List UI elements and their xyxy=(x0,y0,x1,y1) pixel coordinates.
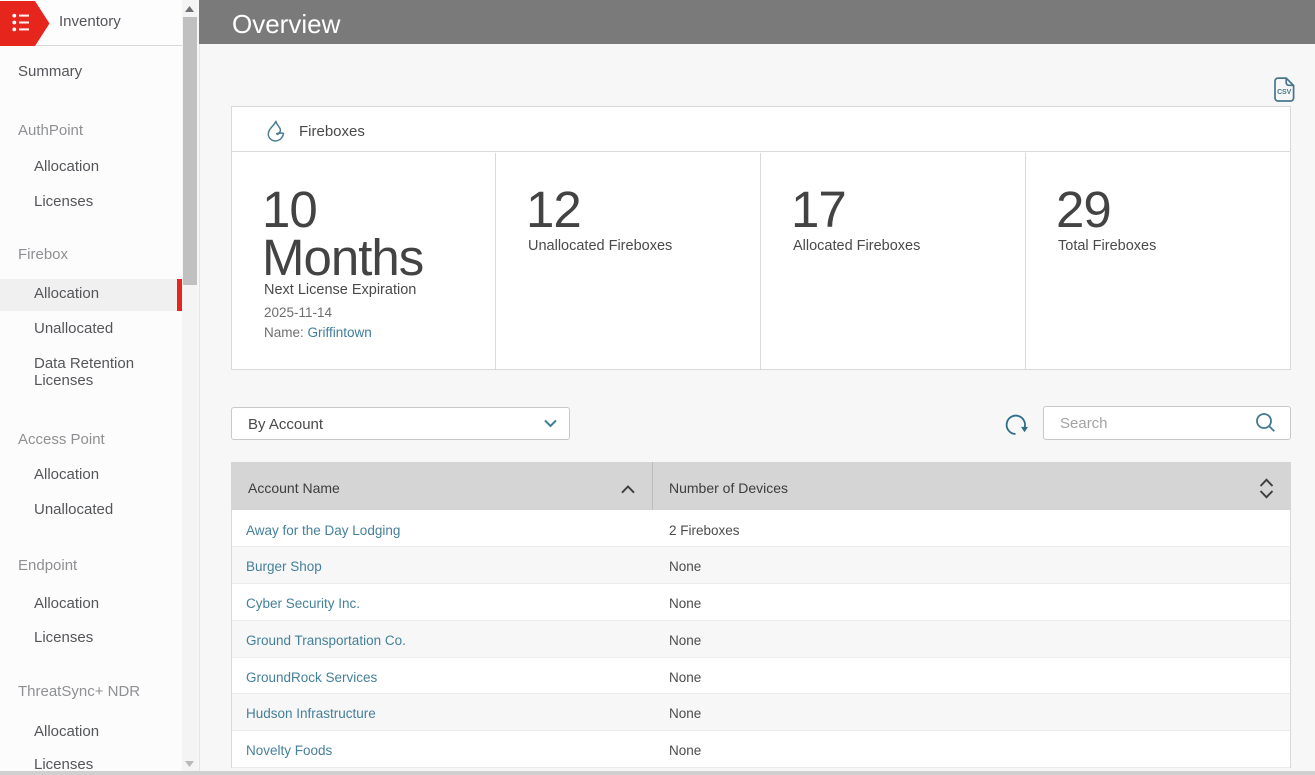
svg-text:CSV: CSV xyxy=(1277,89,1292,96)
